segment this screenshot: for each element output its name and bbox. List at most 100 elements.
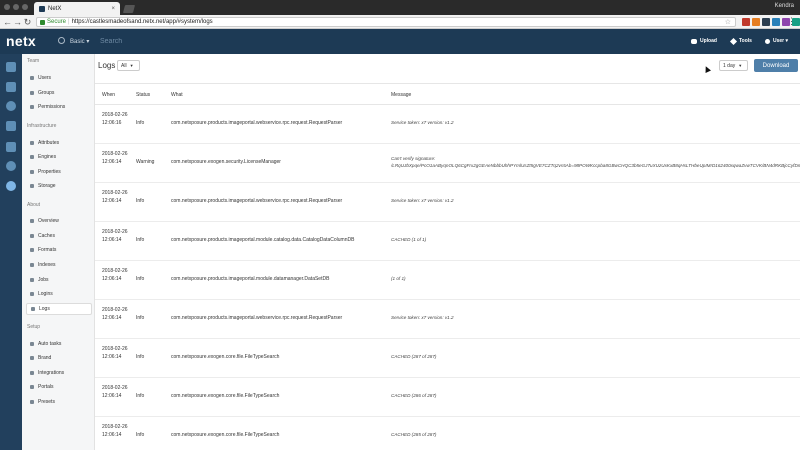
- table-row[interactable]: 2018-02-26 12:06:14 Info com.netxposure.ex…: [95, 339, 800, 378]
- sidebar-item-groups[interactable]: Groups: [26, 87, 92, 99]
- sidebar-item-storage[interactable]: Storage: [26, 180, 92, 192]
- log-level-filter[interactable]: All ▼: [117, 60, 140, 71]
- log-status: Info: [136, 393, 145, 399]
- user-menu-button[interactable]: User ▾: [765, 38, 788, 44]
- column-when[interactable]: When: [102, 92, 115, 98]
- user-label: User ▾: [773, 38, 789, 44]
- sidebar-item-indexes[interactable]: Indexes: [26, 259, 92, 271]
- netx-logo[interactable]: netx: [6, 33, 36, 49]
- user-icon: [30, 76, 34, 80]
- table-row[interactable]: 2018-02-26 12:06:14 Warning com.netxposure…: [95, 144, 800, 183]
- sidebar-item-label: Storage: [38, 183, 56, 189]
- sidebar-item-logs[interactable]: Logs: [26, 303, 92, 315]
- search-rail-icon[interactable]: [6, 101, 16, 111]
- table-row[interactable]: 2018-02-26 12:06:14 Info com.netxposure.pr…: [95, 261, 800, 300]
- upload-button[interactable]: Upload: [691, 38, 717, 44]
- logs-panel: Logs All ▼ 1 day ▼ Download When Status …: [95, 54, 800, 450]
- extension-icon[interactable]: [742, 18, 750, 26]
- table-body: 2018-02-26 12:06:16 Info com.netxposure.pr…: [95, 105, 800, 450]
- table-row[interactable]: 2018-02-26 12:06:14 Info com.netxposure.ex…: [95, 417, 800, 450]
- sidebar-section-infrastructure: Infrastructure: [27, 123, 57, 129]
- sidebar-item-presets[interactable]: Presets: [26, 396, 92, 408]
- sidebar-item-portals[interactable]: Portals: [26, 381, 92, 393]
- sidebar-item-label: Permissions: [38, 104, 66, 110]
- tab-close-icon[interactable]: ×: [111, 6, 115, 12]
- sidebar-item-brand[interactable]: Brand: [26, 352, 92, 364]
- log-when: 2018-02-26 12:06:16: [102, 112, 128, 126]
- column-what[interactable]: What: [171, 92, 183, 98]
- chevron-down-icon: ▼: [738, 63, 743, 68]
- log-when: 2018-02-26 12:06:14: [102, 424, 128, 438]
- sidebar-item-engines[interactable]: Engines: [26, 151, 92, 163]
- lock-icon: [40, 19, 45, 25]
- sidebar-item-label: Presets: [38, 399, 55, 405]
- table-row[interactable]: 2018-02-26 12:06:16 Info com.netxposure.pr…: [95, 105, 800, 144]
- url-field[interactable]: Secure | https://castlesmadeofsand.netx.…: [36, 17, 736, 27]
- log-status: Warning: [136, 159, 155, 165]
- back-arrow-icon[interactable]: ←: [3, 17, 12, 27]
- window-controls[interactable]: [4, 4, 28, 10]
- sidebar-item-permissions[interactable]: Permissions: [26, 101, 92, 113]
- table-header: When Status What Message: [95, 83, 800, 105]
- storage-icon: [30, 184, 34, 188]
- sidebar-item-auto-tasks[interactable]: Auto tasks: [26, 338, 92, 350]
- browser-tab[interactable]: NetX ×: [34, 2, 120, 15]
- column-status[interactable]: Status: [136, 92, 150, 98]
- search-input[interactable]: [100, 35, 400, 47]
- sidebar-item-properties[interactable]: Properties: [26, 166, 92, 178]
- log-message-line: /LRqUJbXpqe/PcO1aAByqnOLQ6CgFrx2gGEAeNbb…: [391, 163, 800, 168]
- log-status: Info: [136, 432, 145, 438]
- sidebar-item-label: Jobs: [38, 277, 49, 283]
- browser-profile-name[interactable]: Kendra: [775, 3, 794, 9]
- table-row[interactable]: 2018-02-26 12:06:14 Info com.netxposure.ex…: [95, 378, 800, 417]
- sidebar-item-attributes[interactable]: Attributes: [26, 137, 92, 149]
- log-status: Info: [136, 276, 145, 282]
- sidebar-item-overview[interactable]: Overview: [26, 215, 92, 227]
- new-tab-button[interactable]: [122, 5, 136, 13]
- browser-menu-icon[interactable]: ⋮: [787, 16, 796, 27]
- upload-label: Upload: [700, 38, 717, 44]
- logs-icon: [31, 307, 35, 311]
- sidebar-item-users[interactable]: Users: [26, 72, 92, 84]
- log-message: Can't verify signature: /LRqUJbXpqe/PcO1a…: [391, 155, 800, 169]
- extension-icon[interactable]: [762, 18, 770, 26]
- log-what: com.netxposure.products.imageportal.modu…: [171, 276, 330, 282]
- sidebar-item-label: Integrations: [38, 370, 65, 376]
- chart-icon[interactable]: [6, 142, 16, 152]
- sidebar-item-label: Properties: [38, 169, 61, 175]
- sidebar-item-caches[interactable]: Caches: [26, 230, 92, 242]
- log-what: com.netxposure.products.imageportal.webs…: [171, 198, 343, 204]
- download-button[interactable]: Download: [754, 59, 798, 72]
- sidebar-section-team: Team: [27, 58, 40, 64]
- tools-button[interactable]: Tools: [729, 37, 752, 45]
- extension-icon[interactable]: [752, 18, 760, 26]
- column-message[interactable]: Message: [391, 92, 411, 98]
- forward-arrow-icon[interactable]: →: [13, 17, 22, 27]
- sidebar-item-logins[interactable]: Logins: [26, 288, 92, 300]
- settings-gear-icon[interactable]: [6, 181, 16, 191]
- reload-icon[interactable]: ↻: [23, 17, 32, 27]
- list-icon: [30, 141, 34, 145]
- jobs-icon: [30, 278, 34, 282]
- sidebar-item-formats[interactable]: Formats: [26, 244, 92, 256]
- sidebar-item-label: Auto tasks: [38, 341, 62, 347]
- log-when: 2018-02-26 12:06:14: [102, 385, 128, 399]
- bookmark-star-icon[interactable]: ☆: [725, 18, 731, 26]
- log-what: com.netxposure.exogen.core.file.FileType…: [171, 432, 280, 438]
- extension-icon[interactable]: [772, 18, 780, 26]
- images-icon[interactable]: [6, 82, 16, 92]
- table-row[interactable]: 2018-02-26 12:06:14 Info com.netxposure.pr…: [95, 183, 800, 222]
- file-icon: [30, 248, 34, 252]
- search-scope-dropdown[interactable]: Basic ▾: [70, 38, 89, 45]
- table-row[interactable]: 2018-02-26 12:06:14 Info com.netxposure.pr…: [95, 222, 800, 261]
- search-icon: [58, 37, 65, 44]
- home-icon[interactable]: [6, 62, 16, 72]
- sidebar-item-jobs[interactable]: Jobs: [26, 274, 92, 286]
- log-message: Service token: x7 version: v1.2: [391, 315, 454, 320]
- inbox-icon[interactable]: [6, 121, 16, 131]
- globe-icon[interactable]: [6, 161, 16, 171]
- sidebar-item-integrations[interactable]: Integrations: [26, 367, 92, 379]
- table-row[interactable]: 2018-02-26 12:06:14 Info com.netxposure.pr…: [95, 300, 800, 339]
- log-status: Info: [136, 120, 145, 126]
- time-range-select[interactable]: 1 day ▼: [719, 60, 748, 71]
